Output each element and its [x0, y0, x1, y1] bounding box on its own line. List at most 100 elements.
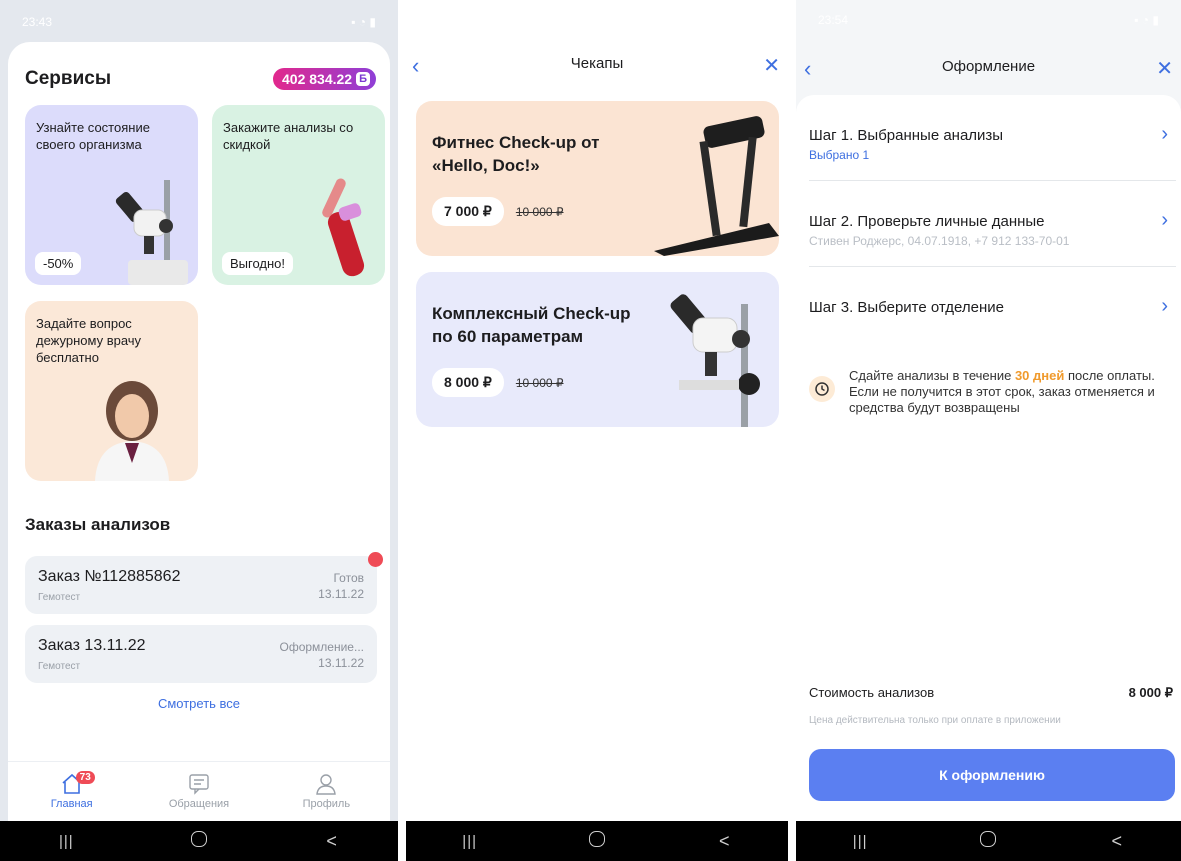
system-nav-bar: ||| < — [0, 821, 398, 861]
checkups-screen: ‹ Чекапы ✕ Фитнес Check-up от «Hello, Do… — [406, 0, 788, 861]
step-title: Шаг 3. Выберите отделение — [809, 299, 1004, 316]
system-nav-bar: ||| < — [406, 821, 788, 861]
tab-appeals[interactable]: Обращения — [149, 762, 249, 821]
chevron-right-icon: › — [1161, 123, 1168, 145]
profit-chip: Выгодно! — [222, 252, 294, 275]
recent-apps-button[interactable]: ||| — [450, 833, 490, 850]
card-organism-state[interactable]: Узнайте состояние своего организма -50% — [25, 105, 198, 285]
home-button[interactable] — [968, 830, 1008, 852]
order-lab: Гемотест — [38, 592, 81, 603]
offer-price-row: 8 000 ₽ 10 000 ₽ — [432, 368, 564, 397]
tab-home[interactable]: 73 Главная — [22, 762, 122, 821]
order-status: Готов 13.11.22 — [318, 570, 364, 602]
services-sheet: Сервисы 402 834.22 Б Узнайте состояние с… — [8, 42, 390, 821]
status-bar: 23:43 ▪ ◔ ▮ — [0, 0, 398, 44]
card-text: Задайте вопрос дежурному врачу бесплатно — [36, 316, 142, 365]
order-row[interactable]: Заказ 13.11.22 Гемотест Оформление... 13… — [25, 625, 377, 683]
status-icons: ▪ ◔ ▮ — [1134, 13, 1159, 27]
order-number: Заказ 13.11.22 — [38, 637, 146, 654]
close-icon[interactable]: ✕ — [763, 53, 780, 78]
page-title: Чекапы — [570, 55, 624, 72]
tab-label: Главная — [50, 798, 93, 810]
page-title: Сервисы — [25, 68, 112, 89]
unread-dot — [368, 552, 383, 567]
tab-label: Профиль — [302, 798, 351, 810]
offer-price-row: 7 000 ₽ 10 000 ₽ — [432, 197, 564, 226]
offer-card-fitness[interactable]: Фитнес Check-up от «Hello, Doc!» 7 000 ₽… — [416, 101, 779, 256]
recent-apps-button[interactable]: ||| — [840, 833, 880, 850]
offer-price: 7 000 ₽ — [432, 197, 504, 226]
deadline-text: Сдайте анализы в течение 30 дней после о… — [849, 368, 1169, 416]
home-button[interactable] — [179, 830, 219, 852]
price-hint: Цена действительна только при оплате в п… — [809, 715, 1061, 726]
order-date: 13.11.22 — [318, 587, 364, 601]
step-subtitle: Выбрано 1 — [809, 148, 870, 162]
back-button[interactable]: < — [704, 831, 744, 852]
profile-icon — [316, 774, 337, 795]
deadline-note: Сдайте анализы в течение 30 дней после о… — [809, 368, 1169, 416]
step-personal-data[interactable]: Шаг 2. Проверьте личные данные Стивен Ро… — [809, 181, 1176, 267]
cost-row: Стоимость анализов 8 000 ₽ — [809, 685, 1173, 701]
microscope-icon — [115, 180, 188, 285]
microscope-icon — [670, 294, 760, 427]
order-status: Оформление... 13.11.22 — [280, 639, 365, 671]
notification-badge: 73 — [75, 771, 95, 784]
chevron-right-icon: › — [1161, 209, 1168, 231]
step-title: Шаг 2. Проверьте личные данные — [809, 213, 1045, 230]
test-tube-icon — [322, 178, 365, 277]
step-branch[interactable]: Шаг 3. Выберите отделение › — [809, 267, 1176, 353]
order-status-text: Оформление... — [279, 640, 365, 654]
status-icons: ▪ ◔ ▮ — [351, 15, 376, 29]
treadmill-icon — [654, 116, 779, 256]
chat-icon — [189, 774, 209, 795]
step-title: Шаг 1. Выбранные анализы — [809, 127, 1004, 144]
cost-label: Стоимость анализов — [809, 685, 935, 700]
order-status-text: Готов — [333, 571, 364, 585]
services-screen: 23:43 ▪ ◔ ▮ Сервисы 402 834.22 Б Узнайте… — [0, 0, 398, 861]
balance-amount: 402 834.22 — [282, 71, 353, 87]
doctor-avatar — [95, 381, 169, 481]
order-lab: Гемотест — [38, 661, 81, 672]
orders-title: Заказы анализов — [25, 515, 171, 534]
balance-badge[interactable]: 402 834.22 Б — [273, 68, 376, 90]
tab-label: Обращения — [168, 798, 230, 810]
tab-bar: 73 Главная Обращения Профиль — [8, 761, 390, 821]
status-time: 23:43 — [22, 15, 53, 29]
order-number: Заказ №112885862 — [38, 568, 181, 585]
offer-title: Комплексный Check-up по 60 параметрам — [432, 304, 631, 346]
offer-old-price: 10 000 ₽ — [515, 375, 564, 390]
clock-icon — [809, 376, 835, 402]
back-button[interactable]: < — [1097, 831, 1137, 852]
card-ask-doctor[interactable]: Задайте вопрос дежурному врачу бесплатно — [25, 301, 198, 481]
offer-title: Фитнес Check-up от «Hello, Doc!» — [432, 133, 600, 175]
header: ‹ Оформление ✕ — [796, 56, 1181, 88]
steps-panel: Шаг 1. Выбранные анализы Выбрано 1 › Шаг… — [796, 95, 1181, 665]
offer-old-price: 10 000 ₽ — [515, 204, 564, 219]
tab-profile[interactable]: Профиль — [276, 762, 376, 821]
header: ‹ Чекапы ✕ — [406, 53, 788, 85]
see-all-link[interactable]: Смотреть все — [8, 696, 390, 711]
offer-price: 8 000 ₽ — [432, 368, 504, 397]
card-text: Закажите анализы со скидкой — [223, 120, 354, 152]
note-highlight: 30 дней — [1014, 368, 1065, 383]
page-title: Оформление — [941, 58, 1036, 75]
card-discount-tests[interactable]: Закажите анализы со скидкой Выгодно! — [212, 105, 385, 285]
step-subtitle: Стивен Роджерс, 04.07.1918, +7 912 133-7… — [809, 234, 1070, 248]
system-nav-bar: ||| < — [796, 821, 1181, 861]
offer-card-complex[interactable]: Комплексный Check-up по 60 параметрам 8 … — [416, 272, 779, 427]
status-bar: 23:54 ▪ ◔ ▮ — [796, 0, 1181, 40]
step-selected-tests[interactable]: Шаг 1. Выбранные анализы Выбрано 1 › — [809, 95, 1176, 181]
bonus-currency-icon: Б — [356, 72, 370, 86]
cost-value: 8 000 ₽ — [1128, 685, 1173, 700]
checkout-screen: 23:54 ▪ ◔ ▮ ‹ Оформление ✕ Шаг 1. Выбран… — [796, 0, 1181, 861]
order-row[interactable]: Заказ №112885862 Гемотест Готов 13.11.22 — [25, 552, 383, 614]
checkout-button[interactable]: К оформлению — [809, 749, 1175, 801]
discount-chip: -50% — [35, 252, 82, 275]
note-text-start: Сдайте анализы в течение — [849, 368, 1015, 383]
home-button[interactable] — [577, 830, 617, 852]
chevron-right-icon: › — [1161, 295, 1168, 317]
status-time: 23:54 — [818, 13, 849, 27]
recent-apps-button[interactable]: ||| — [46, 833, 86, 850]
back-button[interactable]: < — [312, 831, 352, 852]
close-icon[interactable]: ✕ — [1156, 56, 1173, 81]
